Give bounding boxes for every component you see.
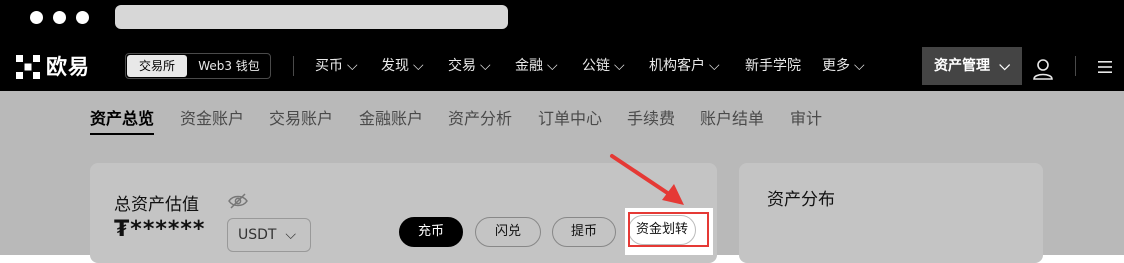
asset-management-label: 资产管理 [934, 58, 990, 74]
nav-item-academy[interactable]: 新手学院 [745, 55, 801, 77]
chevron-down-icon: ⌵ [709, 58, 720, 74]
nav-divider [293, 56, 294, 76]
window-maximize-dot[interactable] [76, 11, 89, 24]
nav-item-label: 金融 [515, 58, 543, 74]
subnav-item-statements[interactable]: 账户结单 [700, 105, 764, 129]
chevron-down-icon: ⌵ [547, 58, 558, 74]
nav-item-buy[interactable]: 买币 ⌵ [315, 55, 358, 77]
subnav-item-orders[interactable]: 订单中心 [538, 105, 602, 129]
subnav-item-funding[interactable]: 资金账户 [180, 105, 244, 129]
mode-web3-tab[interactable]: Web3 钱包 [188, 55, 270, 77]
chevron-down-icon: ⌵ [480, 58, 491, 74]
subnav-item-earn[interactable]: 金融账户 [359, 105, 423, 129]
chevron-down-icon: ⌵ [999, 58, 1010, 74]
masked-total-value: ₮****** [114, 217, 206, 242]
chevron-down-icon: ⌵ [347, 58, 358, 74]
total-assets-title: 总资产估值 [114, 195, 199, 215]
subnav-item-overview[interactable]: 资产总览 [90, 105, 154, 129]
mode-switch: 交易所 Web3 钱包 [125, 53, 271, 79]
subnav-item-analysis[interactable]: 资产分析 [448, 105, 512, 129]
withdraw-button[interactable]: 提币 [552, 217, 616, 247]
nav-item-label: 交易 [448, 58, 476, 74]
pointer-arrow [610, 154, 684, 205]
okx-logo-icon[interactable] [16, 55, 40, 79]
nav-item-label: 买币 [315, 58, 343, 74]
hamburger-menu-icon[interactable] [1096, 59, 1114, 75]
distribution-title: 资产分布 [767, 190, 835, 210]
nav-item-chain[interactable]: 公链 ⌵ [582, 55, 625, 77]
nav-item-discover[interactable]: 发现 ⌵ [381, 55, 424, 77]
currency-select-value: USDT [238, 227, 277, 243]
chevron-down-icon: ⌵ [413, 58, 424, 74]
active-tab-underline [90, 133, 154, 135]
nav-item-label: 机构客户 [649, 58, 705, 74]
currency-select[interactable]: USDT ⌵ [227, 218, 311, 252]
nav-item-label: 更多 [822, 58, 850, 74]
window-minimize-dot[interactable] [53, 11, 66, 24]
browser-chrome [0, 0, 1124, 36]
nav-item-trade[interactable]: 交易 ⌵ [448, 55, 491, 77]
user-icon[interactable] [1031, 57, 1055, 81]
highlight-rectangle [628, 212, 709, 247]
subnav-item-trading[interactable]: 交易账户 [269, 105, 333, 129]
mode-exchange-tab[interactable]: 交易所 [127, 55, 187, 77]
nav-item-institutional[interactable]: 机构客户 ⌵ [649, 55, 720, 77]
subnav-item-fees[interactable]: 手续费 [627, 105, 675, 129]
nav-item-label: 公链 [582, 58, 610, 74]
chevron-down-icon: ⌵ [614, 58, 625, 74]
nav-item-finance[interactable]: 金融 ⌵ [515, 55, 558, 77]
hide-balance-eye-icon[interactable] [228, 193, 248, 209]
convert-button[interactable]: 闪兑 [475, 217, 541, 247]
nav-divider [1075, 56, 1076, 76]
nav-item-label: 新手学院 [745, 58, 801, 74]
chevron-down-icon: ⌵ [285, 227, 296, 243]
window-close-dot[interactable] [30, 11, 43, 24]
address-bar[interactable] [115, 5, 508, 29]
subnav-item-audit[interactable]: 审计 [790, 105, 822, 129]
nav-item-label: 发现 [381, 58, 409, 74]
logo-text[interactable]: 欧易 [46, 51, 90, 81]
asset-management-button[interactable]: 资产管理 ⌵ [922, 47, 1022, 85]
nav-item-more[interactable]: 更多 ⌵ [822, 55, 865, 77]
chevron-down-icon: ⌵ [854, 58, 865, 74]
asset-distribution-card: 资产分布 [739, 163, 1043, 263]
deposit-button[interactable]: 充币 [399, 217, 463, 247]
top-navigation: 欧易 交易所 Web3 钱包 买币 ⌵ 发现 ⌵ 交易 ⌵ 金融 ⌵ 公链 ⌵ 机构客户 ⌵… [0, 36, 1124, 91]
